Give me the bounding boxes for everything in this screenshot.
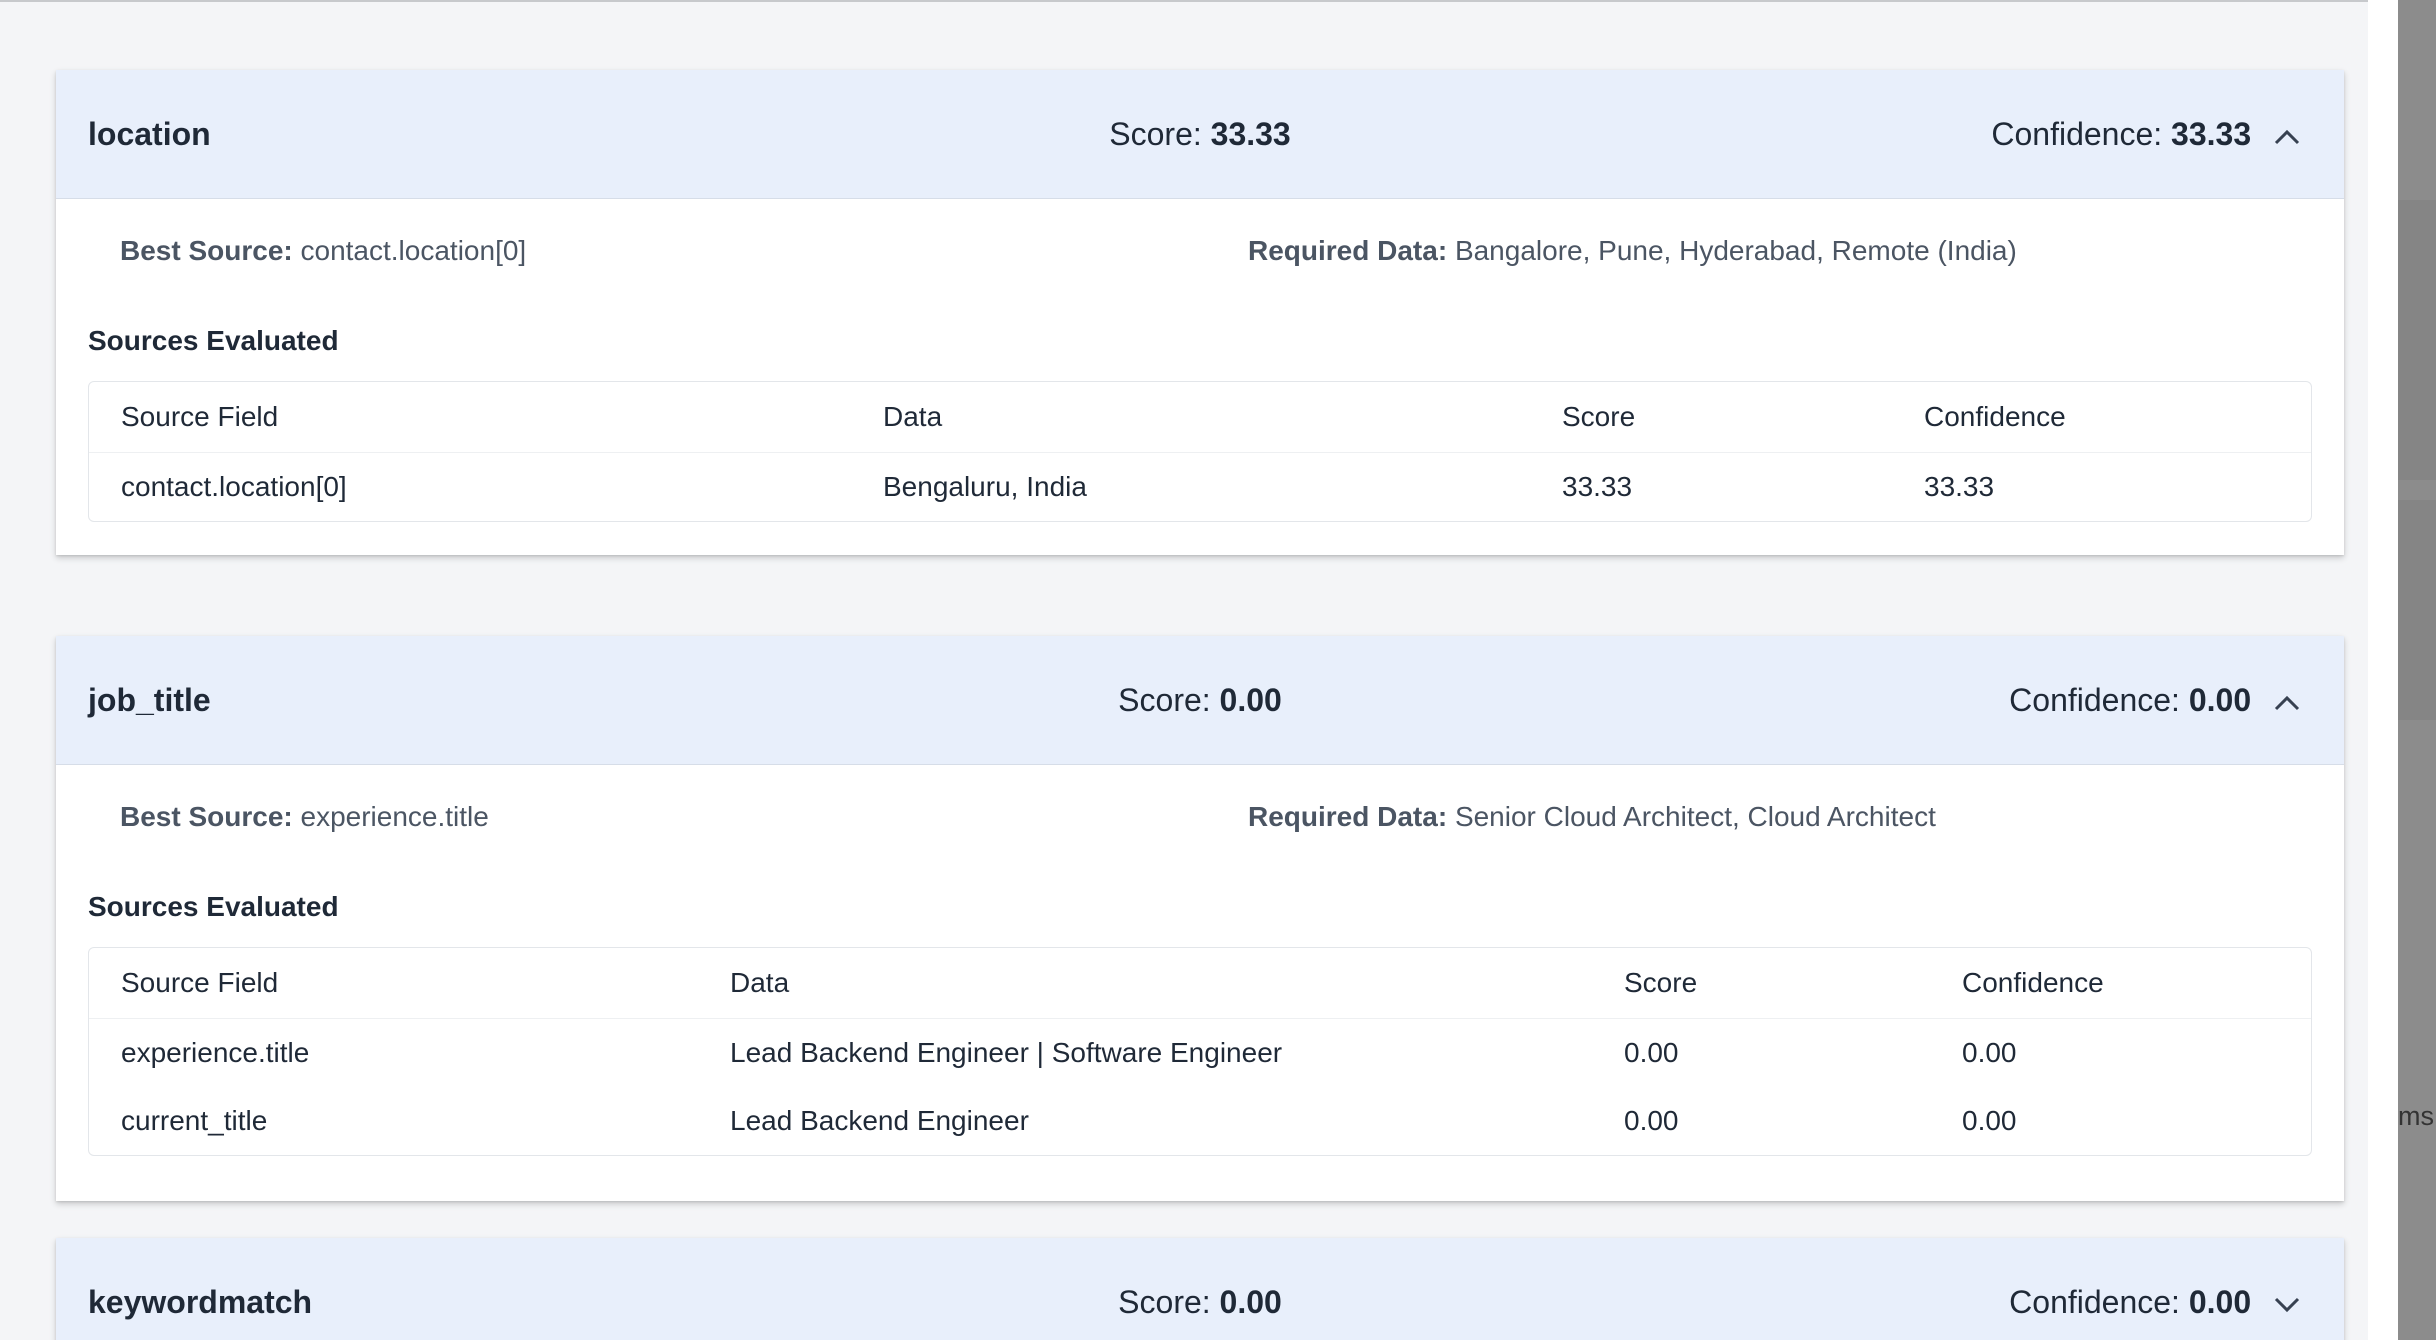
- source-field-cell: current_title: [121, 1105, 268, 1136]
- sources-evaluated-heading: Sources Evaluated: [88, 891, 339, 922]
- criterion-confidence: Confidence: 0.00: [2009, 636, 2300, 764]
- criterion-header-keywordmatch[interactable]: keywordmatch Score: 0.00 Confidence: 0.0…: [56, 1238, 2344, 1340]
- column-header: Source Field: [89, 382, 851, 453]
- table-row: current_title Lead Backend Engineer 0.00…: [89, 1087, 2311, 1155]
- confidence-value: 0.00: [2188, 1284, 2252, 1320]
- table-row: contact.location[0] Bengaluru, India 33.…: [89, 453, 2311, 522]
- required-data: Required Data: Senior Cloud Architect, C…: [1248, 801, 1936, 832]
- chevron-up-icon[interactable]: [2274, 695, 2300, 711]
- column-header: Source Field: [89, 948, 698, 1019]
- match-details-panel: location Score: 33.33 Confidence: 33.33 …: [0, 0, 2368, 1340]
- criterion-card-keywordmatch: keywordmatch Score: 0.00 Confidence: 0.0…: [56, 1238, 2344, 1340]
- data-cell: Lead Backend Engineer: [730, 1105, 1029, 1136]
- sources-table: Source Field Data Score Confidence exper…: [88, 947, 2312, 1156]
- criterion-confidence: Confidence: 33.33: [1991, 70, 2300, 198]
- sources-table: Source Field Data Score Confidence conta…: [88, 381, 2312, 522]
- confidence-value: 33.33: [2171, 116, 2252, 152]
- criterion-body-location: Best Source: contact.location[0] Require…: [56, 199, 2344, 555]
- confidence-cell: 0.00: [1962, 1037, 2017, 1068]
- chevron-up-icon[interactable]: [2274, 129, 2300, 145]
- column-header: Score: [1530, 382, 1892, 453]
- data-cell: Lead Backend Engineer | Software Enginee…: [730, 1037, 1283, 1068]
- column-header: Score: [1592, 948, 1930, 1019]
- criterion-header-job-title[interactable]: job_title Score: 0.00 Confidence: 0.00: [56, 636, 2344, 765]
- column-header: Confidence: [1930, 948, 2311, 1019]
- column-header: Data: [698, 948, 1592, 1019]
- best-source: Best Source: contact.location[0]: [120, 235, 527, 266]
- table-header-row: Source Field Data Score Confidence: [89, 948, 2311, 1019]
- panel-top-border: [0, 0, 2368, 2]
- best-source: Best Source: experience.title: [120, 801, 489, 832]
- score-value: 0.00: [1219, 1284, 1282, 1320]
- background-band: [2398, 500, 2436, 720]
- sources-evaluated-heading: Sources Evaluated: [88, 325, 339, 356]
- chevron-down-icon[interactable]: [2274, 1297, 2300, 1313]
- criterion-card-job-title: job_title Score: 0.00 Confidence: 0.00 B…: [56, 636, 2344, 1201]
- background-text: ms: [2398, 1101, 2434, 1131]
- confidence-cell: 0.00: [1962, 1105, 2017, 1136]
- criterion-card-location: location Score: 33.33 Confidence: 33.33 …: [56, 70, 2344, 555]
- criterion-score: Score: 0.00: [1118, 1284, 1282, 1320]
- confidence-cell: 33.33: [1924, 471, 1995, 502]
- background-band: [2398, 200, 2436, 480]
- score-value: 33.33: [1210, 116, 1291, 152]
- criterion-header-location[interactable]: location Score: 33.33 Confidence: 33.33: [56, 70, 2344, 199]
- score-value: 0.00: [1219, 682, 1282, 718]
- column-header: Data: [851, 382, 1530, 453]
- criterion-body-job-title: Best Source: experience.title Required D…: [56, 765, 2344, 1201]
- source-field-cell: experience.title: [121, 1037, 310, 1068]
- data-cell: Bengaluru, India: [883, 471, 1087, 502]
- score-cell: 0.00: [1624, 1037, 1679, 1068]
- score-cell: 0.00: [1624, 1105, 1679, 1136]
- score-cell: 33.33: [1562, 471, 1633, 502]
- criterion-confidence: Confidence: 0.00: [2009, 1238, 2300, 1340]
- confidence-value: 0.00: [2188, 682, 2252, 718]
- table-row: experience.title Lead Backend Engineer |…: [89, 1019, 2311, 1088]
- table-header-row: Source Field Data Score Confidence: [89, 382, 2311, 453]
- panel-right-edge: [2368, 0, 2398, 1340]
- criterion-score: Score: 0.00: [1118, 682, 1282, 718]
- required-data: Required Data: Bangalore, Pune, Hyderaba…: [1248, 235, 2017, 266]
- source-field-cell: contact.location[0]: [121, 471, 347, 502]
- column-header: Confidence: [1892, 382, 2311, 453]
